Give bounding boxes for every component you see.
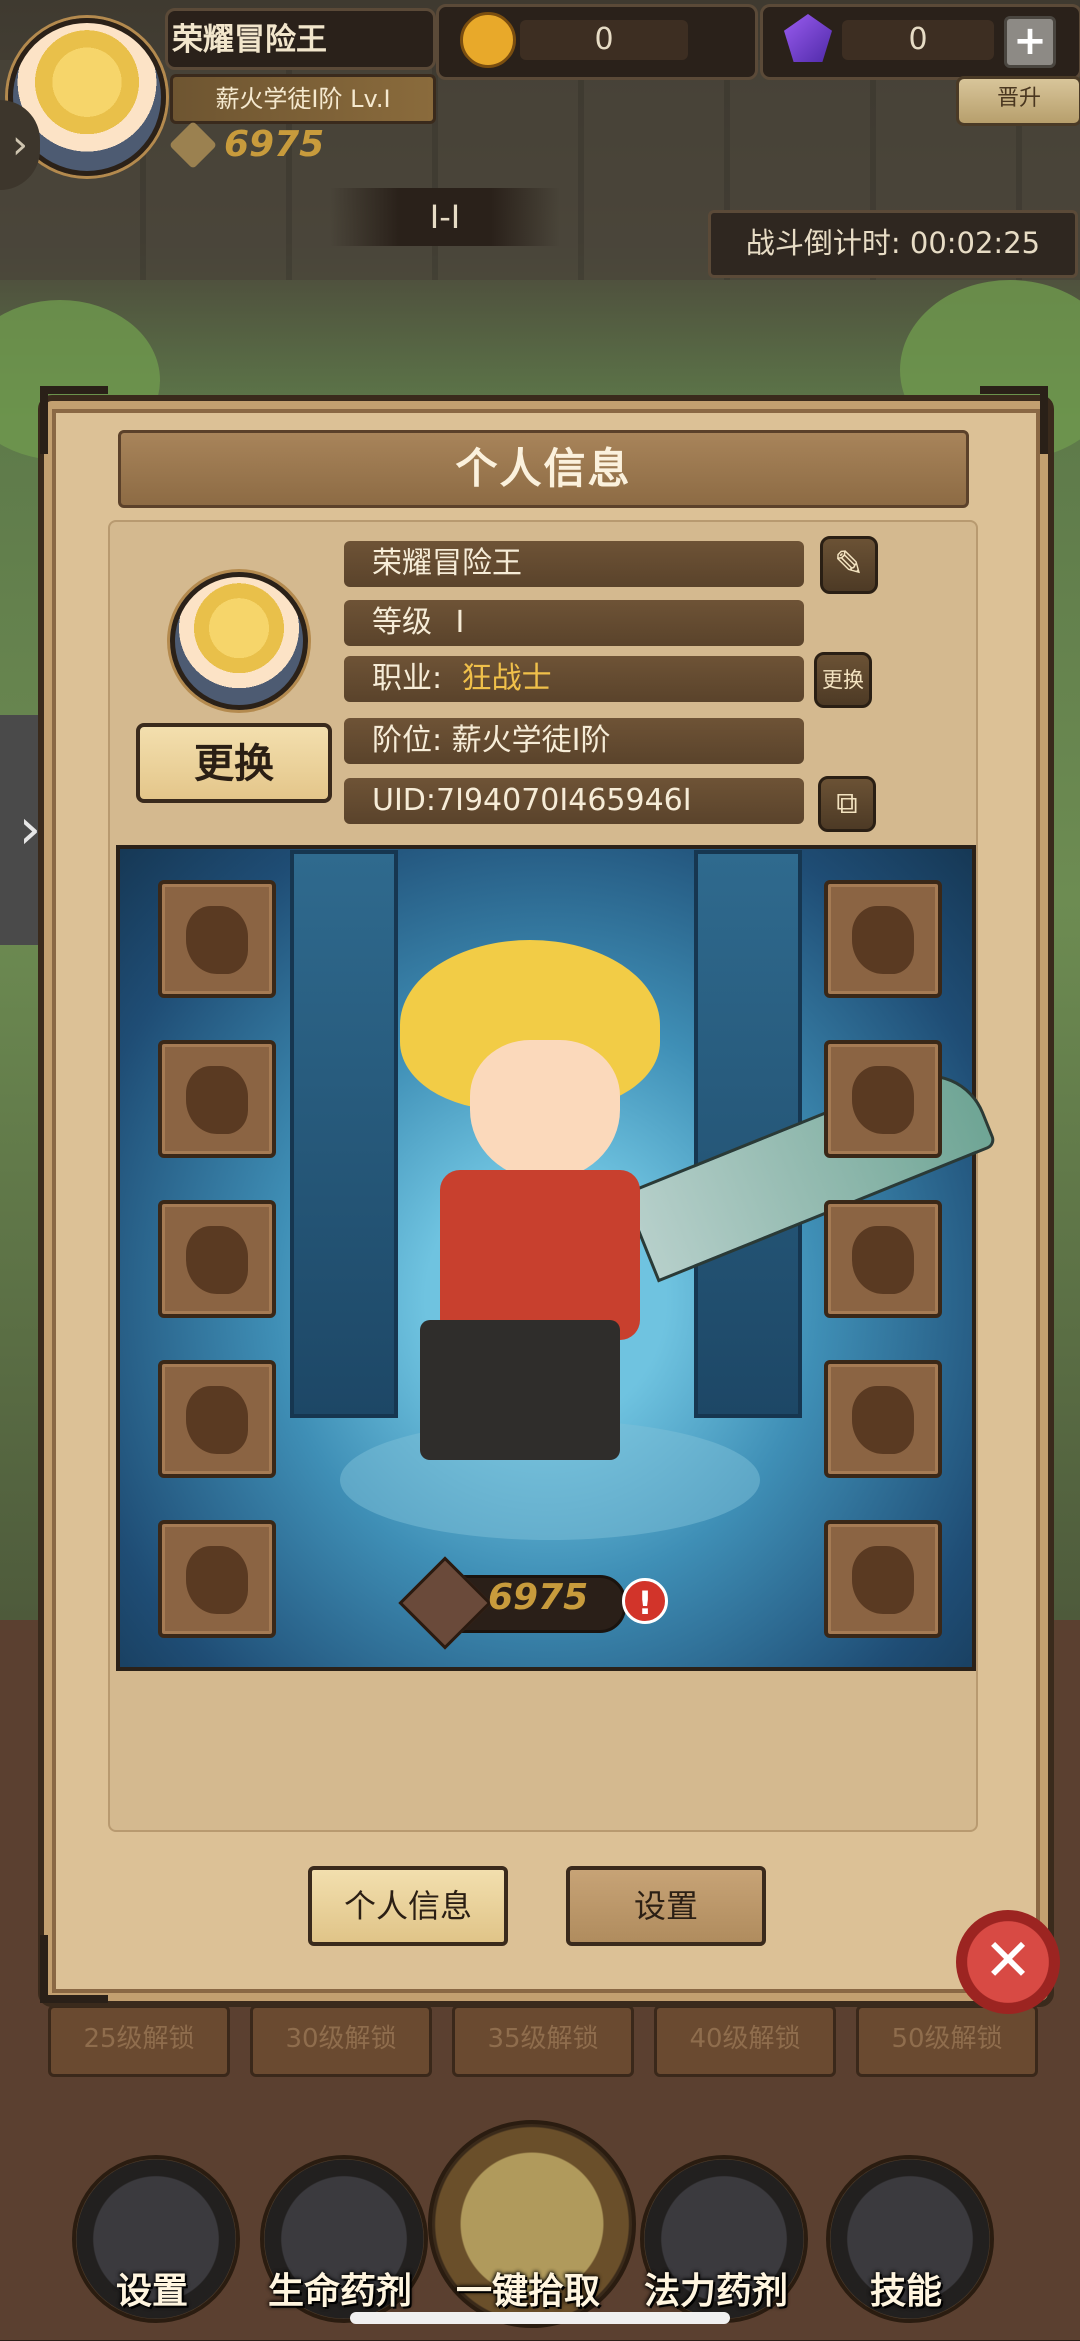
hero-legs — [420, 1320, 620, 1460]
nav-mana-potion-label[interactable]: 法力药剂 — [626, 2262, 806, 2314]
rank-badge: 薪火学徒Ⅰ阶 Lv.Ⅰ — [170, 74, 436, 124]
class-label: 职业: — [372, 661, 443, 696]
pillar-left — [290, 850, 398, 1418]
power-value: 6975 — [488, 1577, 589, 1618]
unlock-tab-40: 40级解锁 — [654, 2005, 836, 2077]
slot-armor[interactable] — [158, 1200, 276, 1318]
corner-ornament — [40, 386, 108, 454]
stage-indicator: Ⅰ-Ⅰ — [330, 188, 560, 246]
gem-amount: 0 — [842, 20, 994, 60]
battle-timer: 战斗倒计时: 00:02:25 — [708, 210, 1078, 278]
upgrade-button[interactable]: 晋升 — [956, 76, 1080, 126]
nav-settings-label[interactable]: 设置 — [62, 2262, 242, 2314]
class-value: 狂战士 — [461, 661, 552, 696]
slot-accessory[interactable] — [824, 1520, 942, 1638]
close-icon[interactable]: ✕ — [956, 1910, 1060, 2014]
unlock-tab-25: 25级解锁 — [48, 2005, 230, 2077]
hero-face — [470, 1040, 620, 1180]
level-label: 等级 — [372, 605, 432, 640]
profile-avatar — [170, 572, 308, 710]
name-field: 荣耀冒险王 — [344, 541, 804, 587]
player-name: 荣耀冒险王 — [172, 22, 327, 58]
slot-ring-2[interactable] — [824, 1200, 942, 1318]
home-indicator[interactable] — [350, 2312, 730, 2324]
edit-name-icon[interactable]: ✎ — [820, 536, 878, 594]
rank-field: 阶位: 薪火学徒Ⅰ阶 — [344, 718, 804, 764]
tab-settings[interactable]: 设置 — [566, 1866, 766, 1946]
panel-title: 个人信息 — [118, 430, 969, 508]
change-avatar-button[interactable]: 更换 — [136, 723, 332, 803]
level-value: Ⅰ — [455, 605, 465, 640]
slot-ring[interactable] — [824, 1040, 942, 1158]
unlock-tab-35: 35级解锁 — [452, 2005, 634, 2077]
corner-ornament — [40, 1935, 108, 2003]
unlock-tab-30: 30级解锁 — [250, 2005, 432, 2077]
unlock-tab-50: 50级解锁 — [856, 2005, 1038, 2077]
class-field: 职业: 狂战士 — [344, 656, 804, 702]
change-class-button[interactable]: 更换 — [814, 652, 872, 708]
add-gem-button[interactable]: + — [1004, 16, 1056, 68]
slot-helmet[interactable] — [158, 880, 276, 998]
gold-amount: 0 — [520, 20, 688, 60]
slot-boots[interactable] — [158, 1520, 276, 1638]
slot-gloves[interactable] — [158, 1360, 276, 1478]
slot-amulet[interactable] — [824, 1360, 942, 1478]
level-field: 等级 Ⅰ — [344, 600, 804, 646]
hero-body — [440, 1170, 640, 1340]
nav-health-potion-label[interactable]: 生命药剂 — [250, 2262, 430, 2314]
uid-field: UID:7Ⅰ94070Ⅰ465946Ⅰ — [344, 778, 804, 824]
combat-power: 6975 — [224, 124, 325, 165]
nav-auto-collect-label[interactable]: 一键拾取 — [418, 2262, 638, 2314]
slot-shoulder[interactable] — [158, 1040, 276, 1158]
tab-profile[interactable]: 个人信息 — [308, 1866, 508, 1946]
slot-weapon[interactable] — [824, 880, 942, 998]
copy-uid-icon[interactable]: ⧉ — [818, 776, 876, 832]
alert-icon[interactable]: ! — [622, 1578, 668, 1624]
nav-skill-label[interactable]: 技能 — [816, 2262, 996, 2314]
corner-ornament — [980, 386, 1048, 454]
